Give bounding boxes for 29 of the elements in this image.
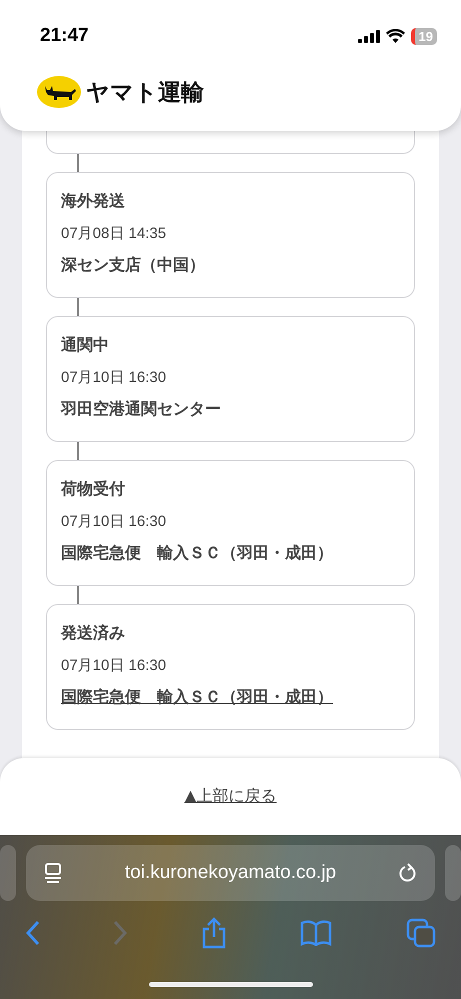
battery-indicator: 19 xyxy=(410,28,437,44)
brand-name: ヤマト運輸 xyxy=(86,78,204,108)
event-status: 海外発送 xyxy=(61,191,126,212)
reader-icon[interactable] xyxy=(44,863,62,883)
event-location: 国際宅急便 輸入ＳＣ（羽田・成田） xyxy=(61,543,334,564)
location-link[interactable]: 国際宅急便 輸入ＳＣ（羽田・成田） xyxy=(61,687,400,708)
event-datetime: 07月10日 16:30 xyxy=(61,656,168,675)
tab-preview[interactable] xyxy=(0,845,16,901)
event-status: 発送済み xyxy=(61,623,126,644)
cat-logo-icon xyxy=(37,76,81,108)
status-time: 21:47 xyxy=(40,25,89,47)
tab-preview[interactable] xyxy=(445,845,461,901)
tabs-icon[interactable] xyxy=(406,918,436,948)
event-location: 深セン支店（中国） xyxy=(61,255,206,276)
back-icon[interactable] xyxy=(26,920,40,946)
event-location: 羽田空港通関センター xyxy=(61,399,222,420)
event-datetime: 07月10日 16:30 xyxy=(61,512,168,531)
event-status: 通関中 xyxy=(61,335,110,356)
share-icon[interactable] xyxy=(200,917,226,949)
reload-icon[interactable] xyxy=(398,863,417,883)
wifi-icon xyxy=(386,29,405,43)
book-icon[interactable] xyxy=(300,920,332,946)
back-to-top-link[interactable]: ▲上部に戻る xyxy=(184,786,277,807)
event-status: 荷物受付 xyxy=(61,479,126,500)
address-bar[interactable]: toi.kuronekoyamato.co.jp xyxy=(26,845,435,901)
event-datetime: 07月10日 16:30 xyxy=(61,368,168,387)
signal-icon xyxy=(358,30,380,42)
url-text: toi.kuronekoyamato.co.jp xyxy=(124,862,336,884)
event-datetime: 07月08日 14:35 xyxy=(61,224,168,243)
